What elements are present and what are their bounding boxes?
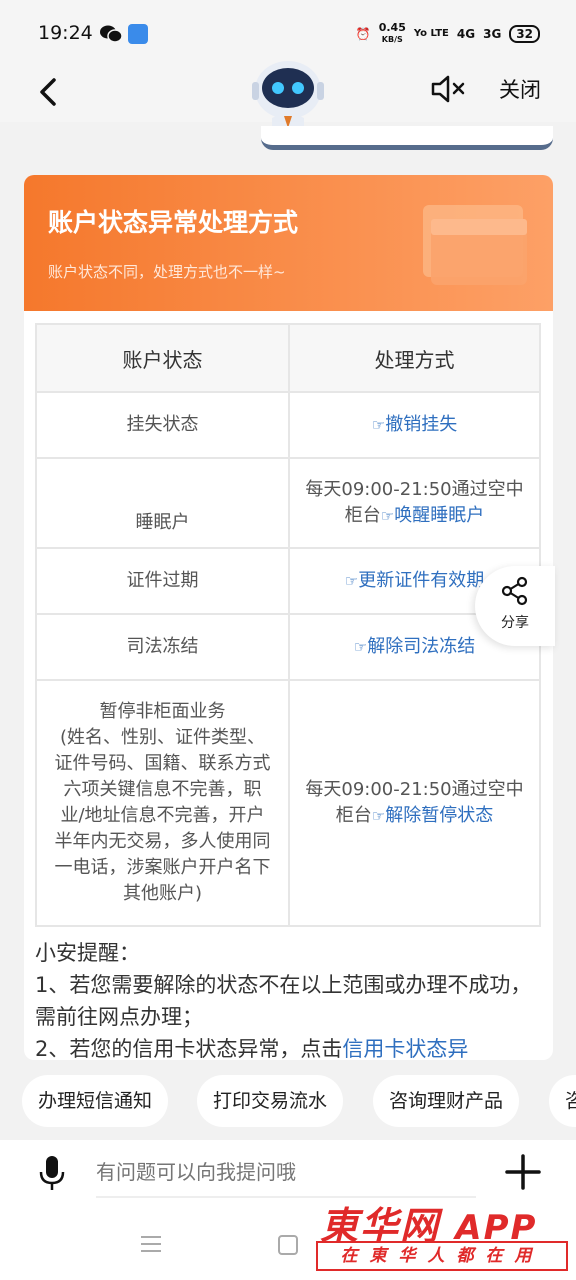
folder-decoration-icon: + [423,205,527,285]
net-speed: 0.45 KB/S [379,22,406,45]
signal-4g: 4G [456,26,476,41]
watermark-slogan: 在東华人都在用 [316,1241,568,1271]
chevron-left-icon[interactable] [34,72,64,112]
status-cell: 暂停非柜面业务 (姓名、性别、证件类型、证件号码、国籍、联系方式六项关键信息不完… [35,679,290,927]
table-row: 挂失状态 ☞撤销挂失 [35,391,541,459]
share-button[interactable]: 分享 [475,566,555,646]
pointing-hand-icon: ☞ [353,638,368,656]
chip-more[interactable]: 咨 [549,1075,576,1127]
table-row: 暂停非柜面业务 (姓名、性别、证件类型、证件号码、国籍、联系方式六项关键信息不完… [35,679,541,927]
status-cell: 证件过期 [35,547,290,615]
column-header-status: 账户状态 [35,323,290,393]
pointing-hand-icon: ☞ [371,416,386,434]
chip-wealth-consult[interactable]: 咨询理财产品 [373,1075,520,1127]
table-row: 睡眠户 每天09:00-21:50通过空中柜台☞唤醒睡眠户 [35,457,541,549]
microphone-icon[interactable] [38,1154,66,1192]
robot-avatar-icon [252,61,324,130]
reminder-text: 小安提醒： 1、若您需要解除的状态不在以上范围或办理不成功，需前往网点办理； 2… [35,937,545,1060]
column-header-method: 处理方式 [288,323,541,393]
method-cell: 每天09:00-21:50通过空中柜台☞唤醒睡眠户 [288,457,541,549]
wechat-icon [100,25,122,43]
menu-icon[interactable] [140,1234,162,1254]
wake-dormant-link[interactable]: 唤醒睡眠户 [394,505,484,526]
cancel-loss-link[interactable]: 撤销挂失 [385,414,457,435]
account-status-card: 账户状态异常处理方式 账户状态不同，处理方式也不一样~ + 账户状态 处理方式 … [24,175,553,1060]
quick-action-row: 办理短信通知 打印交易流水 咨询理财产品 咨 [22,1075,576,1127]
watermark-logo: 東华网 APP 在東华人都在用 [316,1195,570,1275]
card-title: 账户状态异常处理方式 [48,208,299,237]
table-row: 司法冻结 ☞解除司法冻结 [35,613,541,681]
pointing-hand-icon: ☞ [344,572,359,590]
method-cell: ☞撤销挂失 [288,391,541,459]
share-label: 分享 [501,615,529,631]
pointing-hand-icon: ☞ [371,807,386,825]
signal-3g: 3G [483,26,502,41]
unfreeze-link[interactable]: 解除司法冻结 [367,636,475,657]
method-cell: 每天09:00-21:50通过空中柜台☞解除暂停状态 [288,679,541,927]
lift-suspension-link[interactable]: 解除暂停状态 [385,805,493,826]
nav-bar: 关闭 [0,61,576,130]
net-speed-value: 0.45 [378,21,406,34]
alarm-icon: ⏰ [355,26,371,41]
reminder-item-2-text: 2、若您的信用卡状态异常，点击 [35,1037,343,1060]
pointing-hand-icon: ☞ [380,507,395,525]
previous-message-bubble [261,126,553,150]
card-subtitle: 账户状态不同，处理方式也不一样~ [48,263,286,281]
reminder-item-2: 2、若您的信用卡状态异常，点击信用卡状态异 [35,1033,545,1060]
chip-sms-notification[interactable]: 办理短信通知 [22,1075,169,1127]
reminder-title: 小安提醒： [35,941,140,965]
status-cell: 司法冻结 [35,613,290,681]
status-bar: 19:24 ⏰ 0.45 KB/S Yo LTE 4G 3G 32 [0,0,576,62]
net-speed-unit: KB/S [381,35,403,44]
chip-print-statement[interactable]: 打印交易流水 [197,1075,344,1127]
status-table: 账户状态 处理方式 挂失状态 ☞撤销挂失 睡眠户 每天09:00-21:50通过… [35,323,541,927]
status-cell: 挂失状态 [35,391,290,459]
app-notification-icon [128,24,148,44]
speaker-muted-icon[interactable] [430,74,466,104]
reminder-item-1: 1、若您需要解除的状态不在以上范围或办理不成功，需前往网点办理； [35,973,532,1029]
status-time: 19:24 [38,22,93,44]
volte-indicator: Yo LTE [413,28,449,39]
credit-card-status-link[interactable]: 信用卡状态异 [342,1037,468,1060]
status-indicators: ⏰ 0.45 KB/S Yo LTE 4G 3G 32 [356,22,540,45]
card-header: 账户状态异常处理方式 账户状态不同，处理方式也不一样~ + [24,175,553,311]
plus-icon[interactable] [505,1154,541,1190]
share-icon [501,576,528,606]
table-row: 证件过期 ☞更新证件有效期 [35,547,541,615]
status-cell: 睡眠户 [35,457,290,549]
battery-indicator: 32 [509,24,540,43]
table-header-row: 账户状态 处理方式 [35,323,541,393]
home-icon[interactable] [278,1235,298,1255]
close-button[interactable]: 关闭 [499,74,541,104]
update-id-link[interactable]: 更新证件有效期 [358,570,484,591]
question-input[interactable] [96,1148,476,1198]
